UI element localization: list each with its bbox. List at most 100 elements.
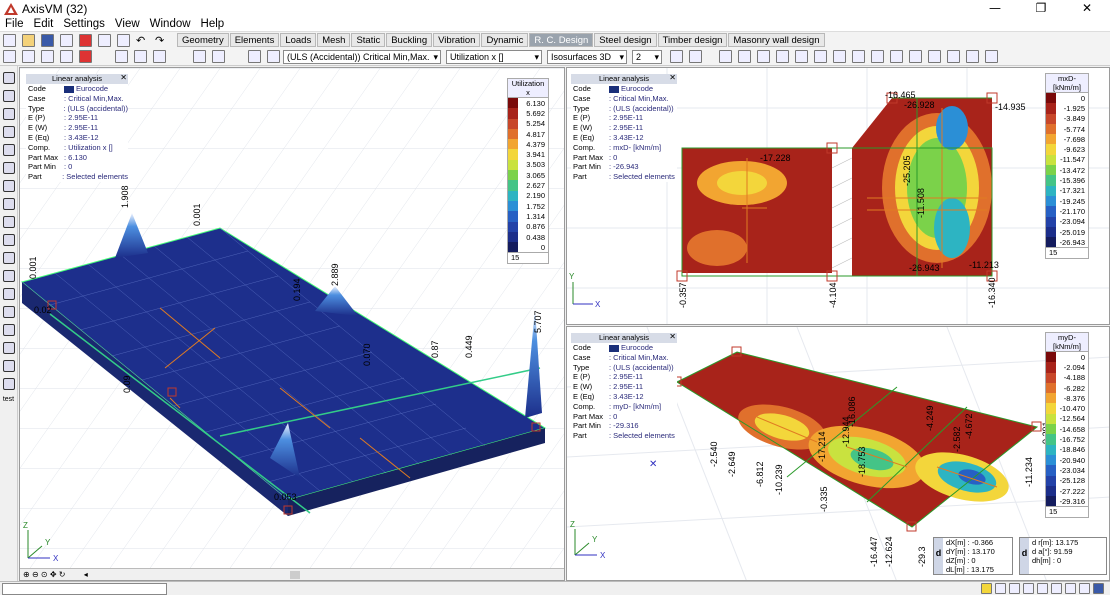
tab-geometry[interactable]: Geometry [177, 33, 229, 47]
beam-icon[interactable] [3, 252, 15, 264]
tab-masonry-wall-design[interactable]: Masonry wall design [728, 33, 825, 47]
display-icon[interactable] [212, 50, 225, 63]
color-legend[interactable]: myD- [kNm/m] 0 -2.094 -4.188 -6.282 -8.376 -1… [1045, 332, 1089, 519]
layers-icon[interactable] [115, 50, 128, 63]
snap-icon[interactable] [981, 583, 992, 594]
menu-file[interactable]: File [0, 18, 29, 30]
color-legend[interactable]: Utilization x 6.130 5.692 5.254 4.817 4.379 3… [507, 78, 549, 265]
menu-settings[interactable]: Settings [58, 18, 110, 30]
menu-edit[interactable]: Edit [29, 18, 59, 30]
layers-status-icon[interactable] [1037, 583, 1048, 594]
measure-icon[interactable] [3, 198, 15, 210]
view-status-icon[interactable] [1079, 583, 1090, 594]
tab-timber-design[interactable]: Timber design [657, 33, 728, 47]
open-icon[interactable] [22, 50, 35, 63]
close-icon[interactable]: ✕ [120, 73, 127, 83]
cursor-icon[interactable] [1023, 583, 1034, 594]
redo-icon[interactable]: ↷ [155, 34, 168, 47]
legend-levels[interactable]: 15 [1046, 506, 1088, 517]
report-icon[interactable] [117, 33, 130, 47]
cut-icon[interactable] [3, 216, 15, 228]
menu-view[interactable]: View [110, 18, 145, 30]
grid-snap-icon[interactable] [995, 583, 1006, 594]
design-icon-4[interactable] [795, 50, 808, 63]
design-icon-7[interactable] [852, 50, 865, 63]
line-icon[interactable] [3, 162, 15, 174]
color-legend[interactable]: mxD- [kNm/m] 0 -1.925 -3.849 -5.774 -7.698 -9… [1045, 73, 1089, 260]
view-top-right-mxd[interactable]: -16.465 -26.928 -14.935 -17.228 -25.205 … [566, 67, 1110, 325]
tab-buckling[interactable]: Buckling [386, 33, 433, 47]
view-axis-icon[interactable] [3, 108, 15, 120]
lock-icon[interactable] [1065, 583, 1076, 594]
zoom-icon[interactable] [3, 90, 15, 102]
domain-icon[interactable] [3, 180, 15, 192]
select-pointer-icon[interactable] [3, 72, 15, 84]
design-icon-11[interactable] [928, 50, 941, 63]
legend-levels[interactable]: 15 [1046, 247, 1088, 258]
design-icon-6[interactable] [833, 50, 846, 63]
tab-mesh[interactable]: Mesh [317, 33, 351, 47]
minimize-icon[interactable]: — [972, 0, 1018, 17]
ortho-icon[interactable] [1009, 583, 1020, 594]
command-input[interactable] [2, 583, 167, 595]
link-icon[interactable] [3, 306, 15, 318]
close-icon[interactable]: ✕ [669, 73, 676, 83]
close-icon[interactable]: ✕ [669, 332, 676, 342]
print-icon[interactable] [60, 50, 73, 63]
print-icon[interactable] [60, 33, 73, 47]
info-icon[interactable] [3, 378, 15, 390]
pdf-icon[interactable] [79, 33, 92, 47]
menu-window[interactable]: Window [145, 18, 196, 30]
rebar-icon[interactable] [3, 324, 15, 336]
cube-icon[interactable] [193, 50, 206, 63]
analysis-info-panel[interactable]: Linear analysis ✕ Code Eurocode Case: Crit… [26, 73, 128, 182]
pdf-icon[interactable] [79, 50, 92, 63]
support-icon[interactable] [3, 288, 15, 300]
table-icon[interactable] [134, 50, 147, 63]
view-bottom-right-myd[interactable]: -2.540 -2.649 -6.812 -10.239 -0.335 -17.… [566, 326, 1110, 581]
maximize-icon[interactable]: ❐ [1018, 0, 1064, 17]
view-left-3d[interactable]: 1.908 0.001 0.194 2.889 0.070 5.707 0.44… [19, 67, 565, 581]
node-icon[interactable] [3, 144, 15, 156]
save-icon[interactable] [41, 33, 54, 47]
scale-icon[interactable] [670, 50, 683, 63]
display-select[interactable]: Isosurfaces 3D [547, 49, 627, 64]
perspective-icon[interactable] [3, 126, 15, 138]
design-icon-5[interactable] [814, 50, 827, 63]
tab-elements[interactable]: Elements [229, 33, 280, 47]
export-icon[interactable] [98, 33, 111, 47]
design-icon-3[interactable] [776, 50, 789, 63]
tab-static[interactable]: Static [351, 33, 386, 47]
scroll-left-icon[interactable]: ◂ [84, 570, 88, 579]
brush-icon[interactable] [3, 342, 15, 354]
tab-loads[interactable]: Loads [280, 33, 317, 47]
axis-icon[interactable] [248, 50, 261, 63]
new-icon[interactable] [3, 50, 16, 63]
zoom-out-icon[interactable]: ⊖ [32, 570, 39, 579]
tab-rc-design[interactable]: R. C. Design [529, 33, 594, 47]
save-icon[interactable] [41, 50, 54, 63]
scrollbar-thumb[interactable] [289, 570, 300, 579]
tab-steel-design[interactable]: Steel design [594, 33, 657, 47]
design-icon-13[interactable] [966, 50, 979, 63]
grid-icon[interactable] [153, 50, 166, 63]
section-icon[interactable] [3, 234, 15, 246]
zoom-fit-icon[interactable]: ⊙ [41, 570, 48, 579]
open-folder-icon[interactable] [22, 33, 35, 47]
close-icon[interactable]: ✕ [1064, 0, 1110, 17]
undo-icon[interactable]: ↶ [136, 34, 149, 47]
design-icon-2[interactable] [757, 50, 770, 63]
loadcase-select[interactable]: (ULS (Accidental)) Critical Min,Max. [283, 49, 441, 64]
legend-levels[interactable]: 15 [508, 252, 548, 263]
menu-help[interactable]: Help [196, 18, 230, 30]
rotate-icon[interactable] [3, 270, 15, 282]
model-status-icon[interactable] [1093, 583, 1104, 594]
wrench-icon[interactable] [3, 360, 15, 372]
tab-dynamic[interactable]: Dynamic [481, 33, 529, 47]
load-icon[interactable] [267, 50, 280, 63]
analysis-info-panel[interactable]: Linear analysis ✕ Code Eurocode Case: Crit… [571, 332, 677, 441]
tab-vibration[interactable]: Vibration [433, 33, 481, 47]
rotate-view-icon[interactable]: ↻ [59, 570, 66, 579]
component-select[interactable]: Utilization x [] [446, 49, 542, 64]
design-icon-1[interactable] [738, 50, 751, 63]
